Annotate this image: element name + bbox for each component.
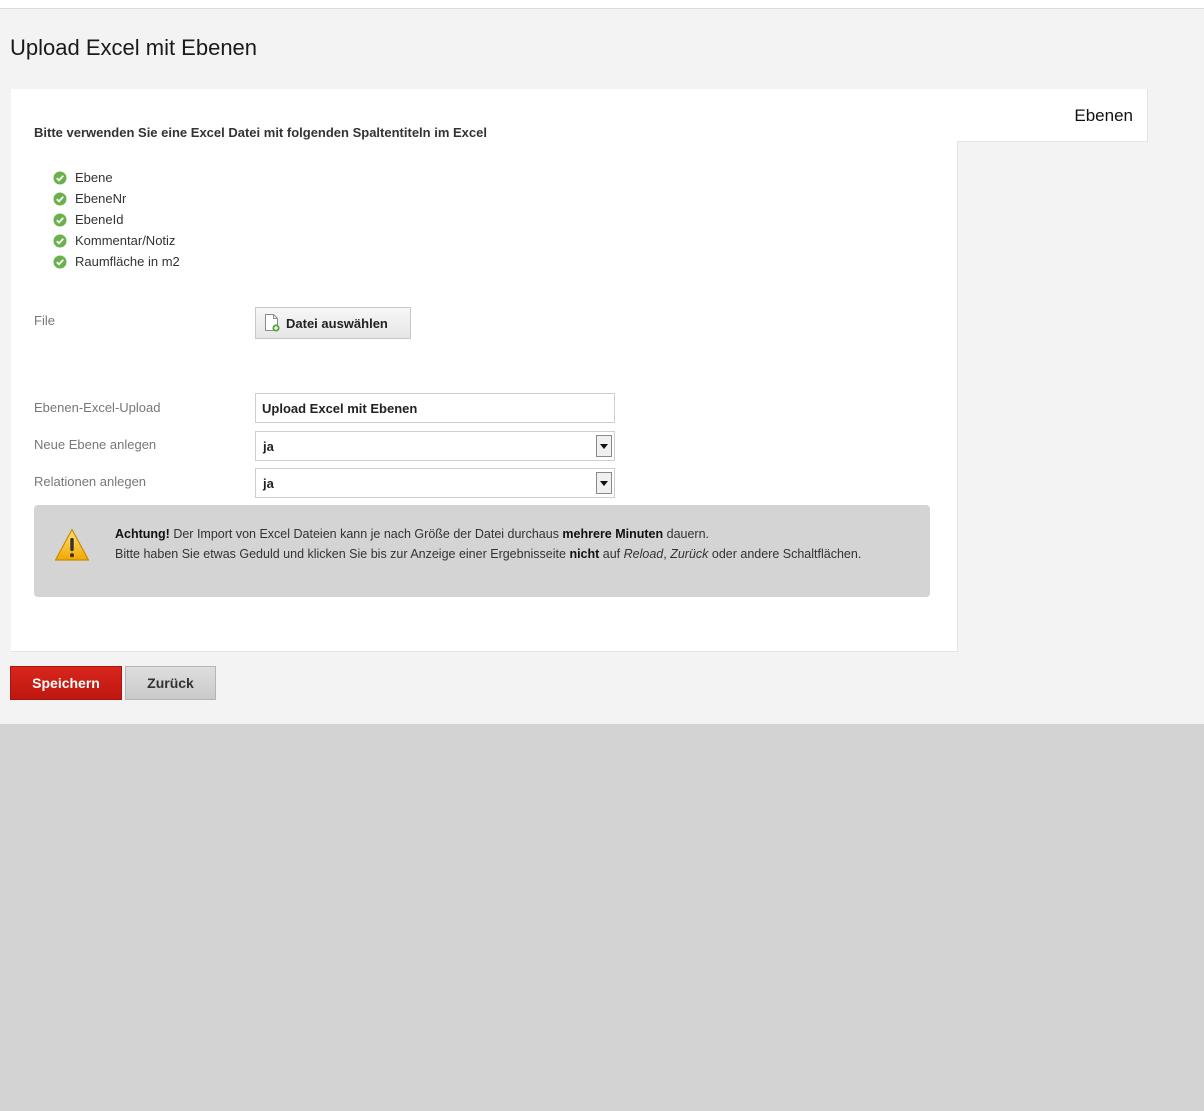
choose-file-label: Datei auswählen <box>286 315 388 331</box>
chevron-down-icon[interactable] <box>596 472 612 494</box>
warning-strong: Achtung! <box>115 527 170 541</box>
list-item: EbeneId <box>53 209 180 230</box>
warning-box: Achtung! Der Import von Excel Dateien ka… <box>34 505 930 597</box>
warning-text-part: Bitte haben Sie etwas Geduld und klicken… <box>115 547 570 561</box>
check-circle-icon <box>53 255 67 268</box>
column-name: Raumfläche in m2 <box>75 254 180 269</box>
column-name: EbeneNr <box>75 191 127 206</box>
instructions-heading: Bitte verwenden Sie eine Excel Datei mit… <box>34 125 487 140</box>
new-level-value: ja <box>263 439 274 454</box>
warning-italic: Reload <box>623 547 664 561</box>
list-item: EbeneNr <box>53 188 180 209</box>
add-file-icon <box>265 314 280 332</box>
warning-bold: nicht <box>569 547 600 561</box>
choose-file-button[interactable]: Datei auswählen <box>255 307 411 339</box>
warning-text-part: Der Import von Excel Dateien kann je nac… <box>169 527 563 541</box>
list-item: Ebene <box>53 167 180 188</box>
file-label: File <box>34 313 55 328</box>
list-item: Raumfläche in m2 <box>53 251 180 272</box>
tab-ebenen[interactable]: Ebenen <box>957 89 1148 142</box>
warning-text-part: oder andere Schaltflächen. <box>708 547 862 561</box>
warning-text-part: auf <box>599 547 624 561</box>
column-name: Ebene <box>75 170 113 185</box>
relations-label: Relationen anlegen <box>34 474 147 489</box>
warning-italic: Zurück <box>670 547 709 561</box>
check-circle-icon <box>53 213 67 226</box>
column-name: Kommentar/Notiz <box>75 233 176 248</box>
check-circle-icon <box>53 234 67 247</box>
new-level-label: Neue Ebene anlegen <box>34 437 157 452</box>
warning-icon <box>54 528 90 561</box>
relations-select[interactable]: ja <box>255 468 615 498</box>
warning-bold: mehrere Minuten <box>562 527 664 541</box>
column-list: Ebene EbeneNr EbeneId Kommentar/Notiz Ra… <box>53 167 180 272</box>
page-title: Upload Excel mit Ebenen <box>10 35 258 60</box>
upload-label: Ebenen-Excel-Upload <box>34 400 161 415</box>
back-button[interactable]: Zurück <box>125 666 216 700</box>
list-item: Kommentar/Notiz <box>53 230 180 251</box>
save-button[interactable]: Speichern <box>10 666 122 700</box>
chevron-down-icon[interactable] <box>596 435 612 457</box>
relations-value: ja <box>263 476 274 491</box>
new-level-select[interactable]: ja <box>255 431 615 461</box>
upload-name-input[interactable] <box>255 393 615 423</box>
column-name: EbeneId <box>75 212 124 227</box>
warning-text-part: dauern. <box>663 527 710 541</box>
check-circle-icon <box>53 171 67 184</box>
tab-label: Ebenen <box>1074 106 1133 125</box>
page-area: Upload Excel mit Ebenen Bitte verwenden … <box>0 9 1204 724</box>
top-border <box>0 0 1204 9</box>
form-card: Bitte verwenden Sie eine Excel Datei mit… <box>11 89 958 652</box>
check-circle-icon <box>53 192 67 205</box>
warning-text: Achtung! Der Import von Excel Dateien ka… <box>115 524 905 564</box>
